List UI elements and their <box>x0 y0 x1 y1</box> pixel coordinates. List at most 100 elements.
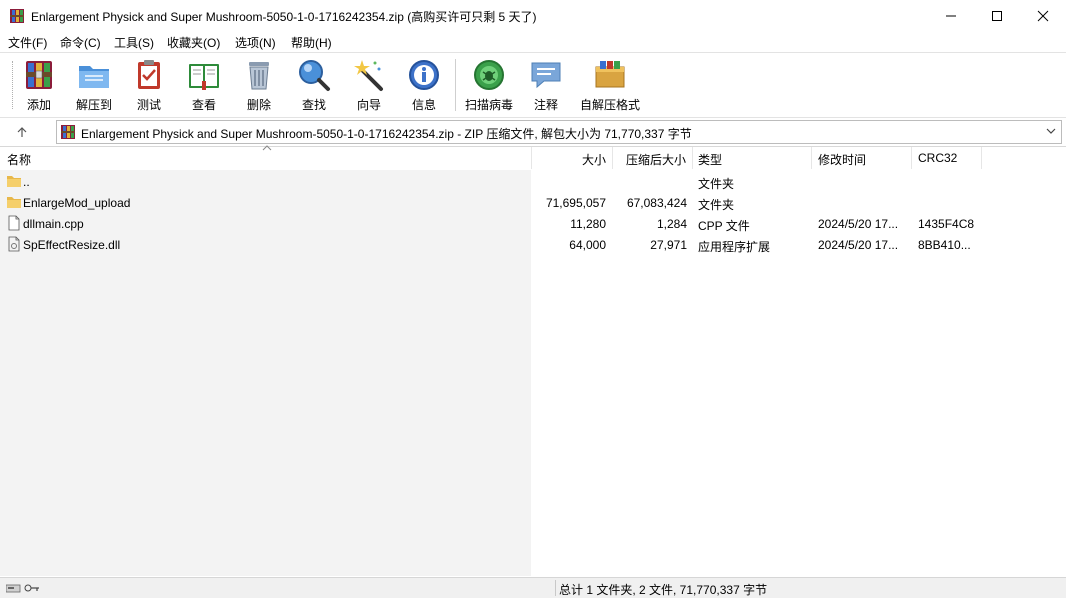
menu-file[interactable]: 文件(F) <box>8 34 47 51</box>
view-button[interactable]: 查看 <box>178 57 230 115</box>
maximize-icon <box>992 11 1002 21</box>
folder-icon <box>7 197 21 208</box>
menu-favorites[interactable]: 收藏夹(O) <box>167 34 220 51</box>
find-label: 查找 <box>301 98 326 112</box>
close-button[interactable] <box>1020 0 1066 32</box>
menu-tools[interactable]: 工具(S) <box>114 34 154 51</box>
maximize-button[interactable] <box>974 0 1020 32</box>
column-divider[interactable] <box>981 147 982 169</box>
extract-to-button[interactable]: 解压到 <box>68 57 120 115</box>
drive-and-key-icon[interactable] <box>6 582 42 594</box>
toolbar-separator <box>455 59 456 111</box>
up-one-level-button[interactable] <box>10 122 34 142</box>
dll-icon <box>8 236 20 252</box>
column-divider[interactable] <box>612 147 613 169</box>
file-modified: 2024/5/20 17... <box>818 238 899 252</box>
sfx-label: 自解压格式 <box>579 98 640 112</box>
file-type: 文件夹 <box>698 198 735 212</box>
extract-to-label: 解压到 <box>75 98 112 112</box>
file-list-header: 名称 大小 压缩后大小 类型 修改时间 CRC32 <box>0 145 1066 169</box>
list-row-speffectresize-dll[interactable]: SpEffectResize.dll 64,000 27,971 应用程序扩展 … <box>0 234 1066 255</box>
chevron-down-icon[interactable] <box>1045 125 1057 137</box>
file-modified: 2024/5/20 17... <box>818 217 899 231</box>
add-button[interactable]: 添加 <box>13 57 65 115</box>
close-icon <box>1037 10 1049 22</box>
wizard-button[interactable]: 向导 <box>343 57 395 115</box>
extract-folder-icon <box>79 66 109 88</box>
window-title: Enlargement Physick and Super Mushroom-5… <box>31 10 537 24</box>
sfx-archive-icon <box>595 61 625 88</box>
list-row-dllmain-cpp[interactable]: dllmain.cpp 11,280 1,284 CPP 文件 2024/5/2… <box>0 213 1066 234</box>
column-divider[interactable] <box>692 147 693 169</box>
test-clipboard-icon <box>138 60 160 89</box>
file-size: 11,280 <box>570 217 606 231</box>
virus-scan-icon <box>474 60 504 90</box>
arrow-up-icon <box>17 127 27 137</box>
column-divider[interactable] <box>811 147 812 169</box>
file-name: SpEffectResize.dll <box>23 238 121 252</box>
status-summary: 总计 1 文件夹, 2 文件, 71,770,337 字节 <box>559 583 768 597</box>
list-row-parent-folder[interactable]: .. 文件夹 <box>0 171 1066 192</box>
toolbar: 添加 解压到 测试 查看 删除 查找 向导 信息 扫描病毒 注释 自解压格式 <box>0 53 1066 118</box>
menu-commands[interactable]: 命令(C) <box>60 34 101 51</box>
view-book-icon <box>189 64 219 90</box>
virus-scan-button[interactable]: 扫描病毒 <box>460 57 518 115</box>
sort-ascending-icon <box>262 145 272 151</box>
file-type: CPP 文件 <box>698 219 750 233</box>
file-name: .. <box>23 175 30 189</box>
view-label: 查看 <box>191 98 216 112</box>
title-bar: Enlargement Physick and Super Mushroom-5… <box>0 0 1066 32</box>
status-bar: 总计 1 文件夹, 2 文件, 71,770,337 字节 <box>0 577 1066 598</box>
status-separator <box>555 580 556 596</box>
menu-help[interactable]: 帮助(H) <box>291 34 332 51</box>
file-size: 64,000 <box>569 238 606 252</box>
column-type[interactable]: 类型 <box>698 151 722 168</box>
add-archive-icon <box>26 61 52 89</box>
column-packed-size[interactable]: 压缩后大小 <box>626 151 686 168</box>
comment-icon <box>531 62 561 89</box>
file-crc32: 1435F4C8 <box>918 217 975 231</box>
column-name[interactable]: 名称 <box>7 151 31 168</box>
minimize-button[interactable] <box>928 0 974 32</box>
comment-button[interactable]: 注释 <box>520 57 572 115</box>
magic-wand-icon <box>354 60 383 91</box>
archive-path-field[interactable]: Enlargement Physick and Super Mushroom-5… <box>56 120 1062 144</box>
menu-options[interactable]: 选项(N) <box>235 34 276 51</box>
magnifier-icon <box>299 60 330 91</box>
file-type: 应用程序扩展 <box>698 240 771 254</box>
column-divider[interactable] <box>911 147 912 169</box>
sfx-button[interactable]: 自解压格式 <box>576 57 644 115</box>
add-label: 添加 <box>26 98 51 112</box>
column-size[interactable]: 大小 <box>580 151 606 168</box>
column-crc32[interactable]: CRC32 <box>918 151 957 165</box>
comment-label: 注释 <box>533 98 558 112</box>
trash-icon <box>249 62 269 90</box>
wizard-label: 向导 <box>356 98 381 112</box>
archive-path-text: Enlargement Physick and Super Mushroom-5… <box>81 127 692 141</box>
virus-scan-label: 扫描病毒 <box>464 98 513 112</box>
test-label: 测试 <box>136 98 161 112</box>
file-type: 文件夹 <box>698 177 735 191</box>
winrar-archive-icon <box>61 125 75 139</box>
file-icon <box>8 215 20 231</box>
column-modified[interactable]: 修改时间 <box>818 151 866 168</box>
winrar-app-icon[interactable] <box>9 8 25 24</box>
file-list: .. 文件夹 EnlargeMod_upload 71,695,057 67,0… <box>0 170 1066 576</box>
info-label: 信息 <box>411 98 436 112</box>
info-icon <box>409 60 439 90</box>
delete-button[interactable]: 删除 <box>233 57 285 115</box>
column-divider[interactable] <box>531 147 532 169</box>
test-button[interactable]: 测试 <box>123 57 175 115</box>
list-row-enlargemod-upload[interactable]: EnlargeMod_upload 71,695,057 67,083,424 … <box>0 192 1066 213</box>
delete-label: 删除 <box>246 98 271 112</box>
address-bar: Enlargement Physick and Super Mushroom-5… <box>0 118 1066 147</box>
file-name: dllmain.cpp <box>23 217 84 231</box>
file-crc32: 8BB410... <box>918 238 971 252</box>
file-name: EnlargeMod_upload <box>23 196 131 210</box>
find-button[interactable]: 查找 <box>288 57 340 115</box>
file-packed-size: 67,083,424 <box>626 196 687 210</box>
minimize-icon <box>946 15 956 17</box>
menu-bar: 文件(F) 命令(C) 工具(S) 收藏夹(O) 选项(N) 帮助(H) <box>0 32 1066 53</box>
file-packed-size: 1,284 <box>656 217 687 231</box>
info-button[interactable]: 信息 <box>398 57 450 115</box>
